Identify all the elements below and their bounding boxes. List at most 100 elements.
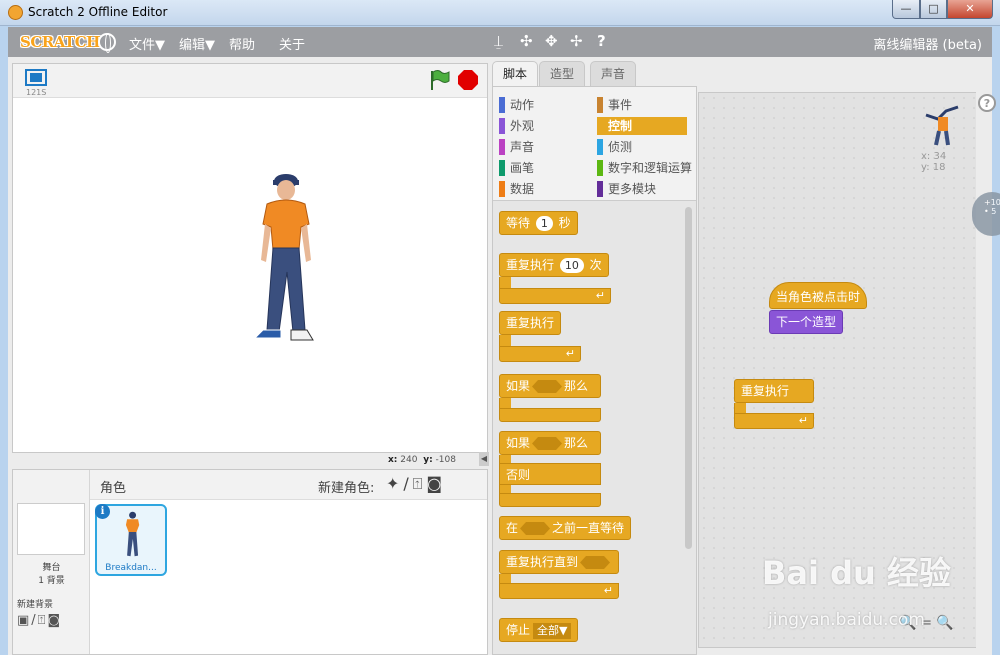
forever-block-script[interactable]: 重复执行 (734, 379, 814, 403)
new-sprite-label: 新建角色: (318, 481, 375, 496)
close-button[interactable]: ✕ (947, 0, 993, 19)
c-block-bottom: ↵ (499, 288, 611, 304)
green-flag-icon[interactable] (428, 69, 450, 91)
scratch-logo[interactable]: SCRATCH (15, 31, 105, 53)
block-label: 如果 (506, 379, 531, 393)
menu-about[interactable]: 关于 (279, 34, 305, 53)
when-sprite-clicked-block[interactable]: 当角色被点击时 (769, 282, 868, 309)
category-label: 更多模块 (608, 182, 657, 196)
loop-arrow-icon: ↵ (603, 584, 613, 597)
if-then-block[interactable]: 如果 那么 (499, 374, 601, 398)
language-globe-icon[interactable] (98, 33, 116, 53)
fullscreen-icon[interactable] (25, 69, 47, 86)
wait-seconds-block[interactable]: 等待 1 秒 (499, 211, 578, 235)
category-operators[interactable]: 数字和逻辑运算 (597, 159, 692, 177)
mouse-coordinates: x: 240 y: -108 (388, 455, 456, 465)
category-pen[interactable]: 画笔 (499, 159, 534, 177)
wait-value-slot[interactable]: 1 (535, 216, 553, 231)
c-block-bottom: ↵ (499, 346, 581, 362)
category-label: 事件 (608, 98, 633, 112)
collapse-stage-handle[interactable]: ◀ (479, 452, 489, 466)
sprite-x: x: 34 (921, 151, 947, 162)
category-sensing[interactable]: 侦测 (597, 138, 632, 156)
version-label: 121S (26, 88, 47, 97)
repeat-times-block[interactable]: 重复执行 10 次 (499, 253, 609, 277)
menu-edit[interactable]: 编辑▼ (179, 34, 215, 53)
breakdancer-sprite[interactable] (249, 172, 319, 352)
help-icon[interactable]: ? (978, 94, 996, 112)
block-label: 在 (506, 521, 519, 535)
menu-file[interactable]: 文件▼ (129, 34, 165, 53)
category-sound[interactable]: 声音 (499, 138, 534, 156)
condition-slot[interactable] (532, 380, 563, 393)
stop-block[interactable]: 停止 全部▼ (499, 618, 579, 642)
duplicate-stamp-icon[interactable]: ⍊ (494, 32, 503, 50)
category-swatch (597, 139, 603, 155)
if-then-else-block[interactable]: 如果 那么 (499, 431, 601, 455)
sprites-header: 角色 新建角色: ✦/⍐◙ (90, 470, 487, 500)
stage[interactable]: 121S (12, 63, 488, 453)
block-label: 次 (589, 258, 602, 272)
scratch-cat-icon (8, 5, 23, 20)
stage-toolbar: 121S (13, 64, 487, 98)
new-backdrop-tools[interactable]: ▣/⍐◙ (17, 613, 62, 628)
x-value: 240 (400, 455, 418, 465)
wait-until-block[interactable]: 在 之前一直等待 (499, 516, 632, 540)
repeat-until-block[interactable]: 重复执行直到 (499, 550, 620, 574)
tab-scripts[interactable]: 脚本 (492, 61, 539, 87)
minimize-button[interactable]: — (892, 0, 920, 19)
next-costume-block[interactable]: 下一个造型 (769, 310, 844, 334)
new-sprite-tools[interactable]: ✦/⍐◙ (386, 474, 446, 494)
category-swatch (499, 181, 505, 197)
category-swatch (499, 139, 505, 155)
stop-icon[interactable] (458, 70, 478, 90)
sprite-position-readout: x: 34 y: 18 (921, 151, 946, 173)
forever-block[interactable]: 重复执行 (499, 311, 562, 335)
c-block-bottom: ↵ (499, 583, 619, 599)
grow-icon[interactable]: ✥ (545, 32, 558, 50)
condition-slot[interactable] (520, 522, 551, 535)
category-label: 数字和逻辑运算 (608, 161, 693, 175)
category-looks[interactable]: 外观 (499, 117, 534, 135)
category-more-blocks[interactable]: 更多模块 (597, 180, 656, 198)
block-label: 停止 (506, 623, 531, 637)
category-label: 侦测 (608, 140, 633, 154)
condition-slot[interactable] (580, 556, 611, 569)
current-sprite-preview (925, 105, 959, 146)
menu-help[interactable]: 帮助 (229, 34, 255, 53)
delete-scissors-icon[interactable]: ✣ (520, 32, 533, 50)
category-events[interactable]: 事件 (597, 96, 632, 114)
category-data[interactable]: 数据 (499, 180, 534, 198)
condition-slot[interactable] (532, 437, 563, 450)
loop-arrow-icon: ↵ (798, 414, 808, 427)
stage-name: 舞台 (42, 563, 61, 573)
tab-sounds[interactable]: 声音 (590, 61, 637, 86)
sprite-pane: 舞台 1 背景 新建背景 ▣/⍐◙ 角色 新建角色: ✦/⍐◙ i Breakd… (12, 469, 488, 655)
floating-side-widget[interactable]: +10 • 5 (972, 192, 1000, 236)
block-help-icon[interactable]: ? (597, 32, 606, 50)
palette-scrollbar[interactable] (685, 207, 692, 549)
block-label: 秒 (558, 216, 571, 230)
help-panel-strip: ? (976, 92, 996, 648)
y-label: y: (423, 455, 433, 465)
c-block-bottom: ↵ (734, 413, 814, 429)
block-label: 等待 (506, 216, 531, 230)
category-swatch (499, 118, 505, 134)
category-motion[interactable]: 动作 (499, 96, 534, 114)
window-titlebar: Scratch 2 Offline Editor — □ ✕ (0, 0, 1000, 26)
stage-thumbnail-column: 舞台 1 背景 新建背景 ▣/⍐◙ (13, 470, 90, 654)
stage-thumbnail[interactable] (17, 503, 85, 555)
maximize-button[interactable]: □ (920, 0, 947, 19)
repeat-value-slot[interactable]: 10 (559, 258, 584, 273)
category-label: 动作 (510, 98, 535, 112)
c-block-bottom (499, 493, 601, 507)
category-control[interactable]: 控制 (597, 117, 687, 135)
block-label: 之前一直等待 (552, 521, 625, 535)
shrink-icon[interactable]: ✢ (570, 32, 583, 50)
sprite-thumbnail-breakdancer[interactable]: i Breakdan... (95, 504, 167, 576)
stop-option-dropdown[interactable]: 全部▼ (533, 623, 572, 639)
tab-costumes[interactable]: 造型 (539, 61, 586, 86)
sprite-info-icon[interactable]: i (95, 504, 110, 519)
block-palette: 动作 事件 外观 控制 声音 侦测 画笔 数字和逻辑运算 数据 更多模块 等待 … (492, 86, 697, 655)
else-block-section: 否则 (499, 463, 601, 485)
